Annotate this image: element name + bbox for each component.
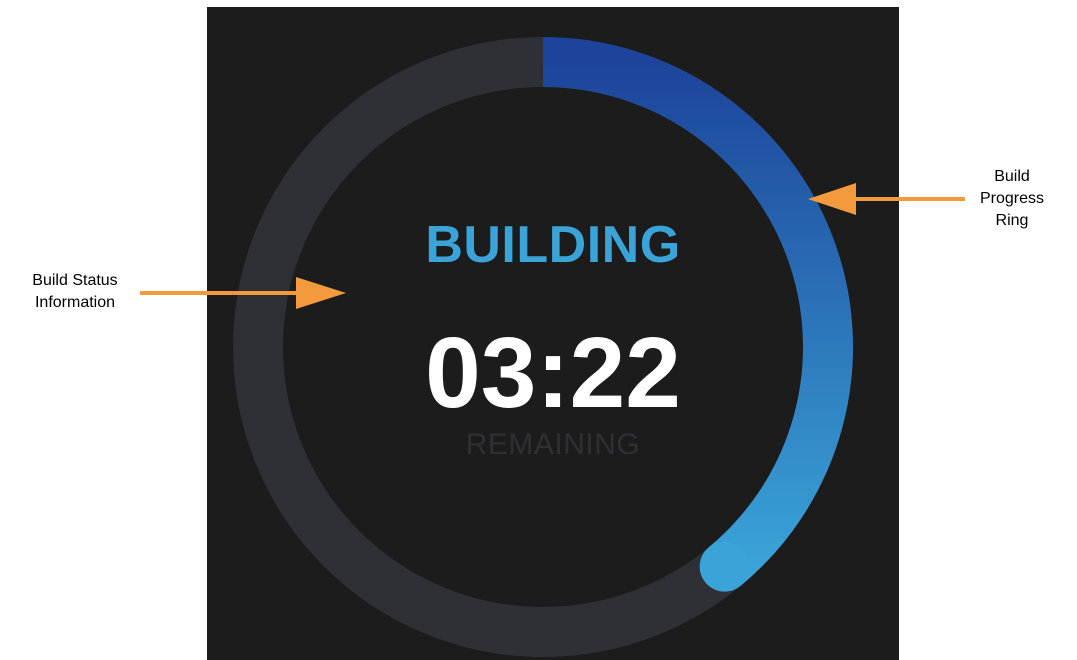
time-remaining-value: 03:22: [425, 317, 681, 429]
build-status-information-callout: Build Status Information: [10, 270, 140, 314]
build-screen: BUILDING 03:22 REMAINING: [207, 7, 899, 660]
build-status-label: BUILDING: [425, 216, 681, 274]
build-progress-ring-callout: Build Progress Ring: [966, 166, 1058, 232]
callout-text: Build Progress Ring: [979, 168, 1045, 229]
callout-text: Build Status Information: [32, 272, 118, 311]
remaining-label: REMAINING: [465, 428, 641, 461]
progress-ring-end-cap: [699, 541, 750, 592]
